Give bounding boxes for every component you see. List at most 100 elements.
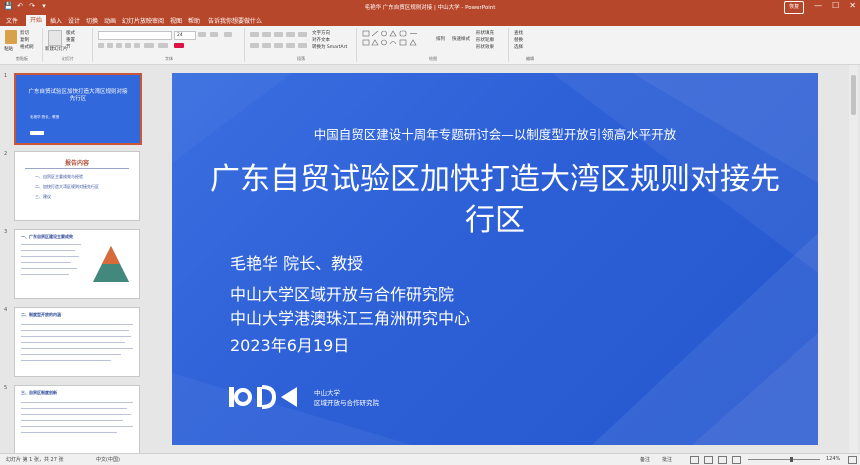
- slideshow-view-icon[interactable]: [732, 456, 741, 464]
- comments-button[interactable]: 批注: [662, 456, 672, 463]
- organization-1[interactable]: 中山大学区域开放与合作研究院: [230, 281, 454, 305]
- font-size-box[interactable]: 24: [174, 31, 196, 40]
- align-right-icon[interactable]: [274, 43, 283, 48]
- paste-icon[interactable]: [5, 30, 17, 44]
- increase-indent-icon[interactable]: [286, 32, 295, 37]
- section-button[interactable]: 节: [66, 44, 71, 50]
- thumb-text-line: [21, 354, 121, 355]
- align-center-icon[interactable]: [262, 43, 271, 48]
- decrease-indent-icon[interactable]: [274, 32, 283, 37]
- tab-file[interactable]: 文件: [6, 16, 18, 25]
- shape-effects-button[interactable]: 形状效果: [476, 44, 494, 50]
- tab-animations[interactable]: 动画: [104, 16, 116, 25]
- thumb-divider: [25, 168, 129, 169]
- zoom-slider-thumb[interactable]: [790, 457, 793, 462]
- text-direction-button[interactable]: 文字方向: [312, 30, 330, 36]
- thumbnail-slide-5[interactable]: 三、自贸区制度创新: [14, 385, 140, 455]
- shape-outline-button[interactable]: 形状轮廓: [476, 37, 494, 43]
- thumb-text-line: [21, 408, 127, 409]
- cut-button[interactable]: 剪切: [20, 30, 29, 36]
- decrease-font-icon[interactable]: [210, 32, 218, 37]
- underline-icon[interactable]: [116, 43, 122, 48]
- slide-subtitle[interactable]: 中国自贸区建设十周年专题研讨会—以制度型开放引领高水平开放: [172, 124, 818, 143]
- slide-title[interactable]: 广东自贸试验区加快打造大湾区规则对接先行区: [202, 159, 788, 241]
- new-slide-icon[interactable]: [48, 30, 62, 46]
- shape-fill-button[interactable]: 形状填充: [476, 30, 494, 36]
- thumbnail-slide-3[interactable]: 一、广东自贸区建设主要成效: [14, 229, 140, 299]
- thumb-number: 3: [4, 229, 8, 235]
- arrange-button[interactable]: 排列: [436, 36, 445, 42]
- bold-icon[interactable]: [98, 43, 104, 48]
- thumb-item: 一、自贸区主要成效与经验: [35, 174, 83, 179]
- font-color-icon[interactable]: [174, 43, 184, 48]
- tab-review[interactable]: 审阅: [152, 16, 164, 25]
- notes-button[interactable]: 备注: [640, 456, 650, 463]
- clear-format-icon[interactable]: [224, 32, 232, 37]
- thumb-logo-icon: [30, 131, 44, 135]
- tab-view[interactable]: 视图: [170, 16, 182, 25]
- presenter-name[interactable]: 毛艳华 院长、教授: [230, 250, 363, 274]
- format-painter-button[interactable]: 格式刷: [20, 44, 34, 50]
- ribbon: 粘贴 剪切 复制 格式刷 剪贴板 新建幻灯片 版式 重置 节 幻灯片 24 字体…: [0, 26, 860, 65]
- maximize-button[interactable]: ☐: [832, 1, 839, 14]
- current-slide[interactable]: 中国自贸区建设十周年专题研讨会—以制度型开放引领高水平开放 广东自贸试验区加快打…: [172, 73, 818, 445]
- organization-2[interactable]: 中山大学港澳珠江三角洲研究中心: [230, 305, 470, 329]
- sorter-view-icon[interactable]: [704, 456, 713, 464]
- thumb-text-line: [21, 250, 75, 251]
- tab-transitions[interactable]: 切换: [86, 16, 98, 25]
- align-text-button[interactable]: 对齐文本: [312, 37, 330, 43]
- numbering-icon[interactable]: [262, 32, 271, 37]
- thumb-text-line: [21, 262, 71, 263]
- tab-help[interactable]: 帮助: [188, 16, 200, 25]
- slides-label: 幻灯片: [62, 56, 74, 61]
- close-button[interactable]: ✕: [849, 1, 856, 14]
- change-case-icon[interactable]: [158, 43, 168, 48]
- presentation-date[interactable]: 2023年6月19日: [230, 332, 349, 356]
- tell-me-search[interactable]: 告诉我你想要做什么: [208, 16, 262, 25]
- shadow-icon[interactable]: [134, 43, 140, 48]
- thumbnail-slide-4[interactable]: 二、制度型开放的内涵: [14, 307, 140, 377]
- reset-button[interactable]: 重置: [66, 37, 75, 43]
- copy-button[interactable]: 复制: [20, 37, 29, 43]
- thumbnail-slide-1[interactable]: 广东自贸试验区加快打造大湾区规则对接先行区 毛艳华 院长、教授: [14, 73, 142, 145]
- replace-button[interactable]: 替换: [514, 37, 523, 43]
- line-spacing-icon[interactable]: [298, 32, 307, 37]
- normal-view-icon[interactable]: [690, 456, 699, 464]
- fit-slide-icon[interactable]: [848, 456, 857, 464]
- find-button[interactable]: 查找: [514, 30, 523, 36]
- tab-slideshow[interactable]: 幻灯片放映: [122, 16, 152, 25]
- strikethrough-icon[interactable]: [125, 43, 131, 48]
- increase-font-icon[interactable]: [198, 32, 206, 37]
- clipboard-group: 粘贴 剪切 复制 格式刷 剪贴板: [2, 28, 43, 62]
- minimize-button[interactable]: —: [814, 1, 822, 14]
- char-spacing-icon[interactable]: [144, 43, 154, 48]
- thumb-text-line: [21, 324, 133, 325]
- restore-button[interactable]: 恢复: [784, 1, 805, 14]
- scrollbar-thumb[interactable]: [851, 75, 856, 115]
- tab-design[interactable]: 设计: [68, 16, 80, 25]
- thumb-text-line: [21, 420, 123, 421]
- align-left-icon[interactable]: [250, 43, 259, 48]
- language-indicator[interactable]: 中文(中国): [96, 456, 120, 463]
- reading-view-icon[interactable]: [718, 456, 727, 464]
- layout-button[interactable]: 版式: [66, 30, 75, 36]
- thumbnail-slide-2[interactable]: 报告内容 一、自贸区主要成效与经验 二、加快打造大湾区规则对接先行区 三、建议: [14, 151, 140, 221]
- thumb-text-line: [21, 432, 117, 433]
- vertical-scrollbar[interactable]: [849, 65, 858, 453]
- tab-insert[interactable]: 插入: [50, 16, 62, 25]
- thumb-sub: 毛艳华 院长、教授: [30, 115, 60, 119]
- font-name-box[interactable]: [98, 31, 172, 40]
- justify-icon[interactable]: [286, 43, 295, 48]
- tab-home[interactable]: 开始: [26, 15, 47, 26]
- bullets-icon[interactable]: [250, 32, 259, 37]
- columns-icon[interactable]: [298, 43, 307, 48]
- italic-icon[interactable]: [107, 43, 113, 48]
- quick-styles-button[interactable]: 快速样式: [452, 36, 470, 42]
- select-button[interactable]: 选择: [514, 44, 523, 50]
- thumb-text-line: [21, 360, 111, 361]
- smartart-button[interactable]: 转换为 SmartArt: [312, 44, 347, 50]
- shapes-gallery-icon[interactable]: [362, 30, 432, 52]
- thumb-text-line: [21, 342, 125, 343]
- zoom-level[interactable]: 124%: [826, 456, 840, 462]
- zoom-slider[interactable]: [748, 459, 820, 460]
